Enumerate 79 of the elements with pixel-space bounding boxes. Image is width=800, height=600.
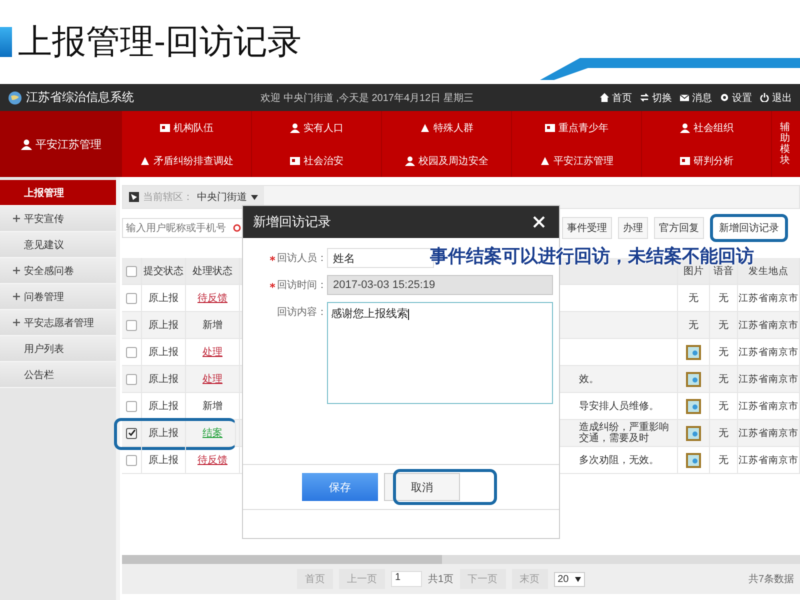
sidebar-item[interactable]: 平安宣传 bbox=[0, 206, 116, 232]
table-cell: 江苏省南京市 bbox=[738, 312, 800, 338]
table-cell: 江苏省南京市 bbox=[738, 339, 800, 365]
page-size-select[interactable]: 20 bbox=[554, 572, 585, 586]
status-label: 新增 bbox=[202, 400, 222, 413]
sidebar-item[interactable]: 上报管理 bbox=[0, 180, 116, 206]
table-cell-text: 无 bbox=[688, 319, 698, 332]
page-field[interactable]: 1 bbox=[391, 571, 422, 587]
table-cell: 江苏省南京市 bbox=[738, 285, 800, 311]
page-count: 共1页 bbox=[428, 572, 454, 586]
cancel-button[interactable]: 取消 bbox=[384, 473, 460, 501]
table-cell: 无 bbox=[710, 285, 738, 311]
field-label: 回访内容： bbox=[277, 306, 327, 319]
table-cell: 江苏省南京市 bbox=[738, 366, 800, 392]
record-count: 共7条数据 bbox=[748, 572, 794, 586]
top-link[interactable]: 首页 bbox=[600, 90, 632, 104]
table-cell: 无 bbox=[710, 447, 738, 473]
slide-title: 上报管理-回访记录 bbox=[18, 21, 302, 64]
sidebar-item[interactable]: 用户列表 bbox=[0, 336, 116, 362]
table-cell-text: 无 bbox=[688, 292, 698, 305]
nav-item[interactable]: 矛盾纠纷排查调处 bbox=[122, 144, 252, 177]
table-cell: 原上报 bbox=[142, 366, 186, 392]
app-name: 江苏省综治信息系统 bbox=[26, 89, 134, 106]
side-module-toggle[interactable]: 辅助模块 bbox=[780, 122, 792, 166]
area-selector[interactable]: 当前辖区： 中央门街道 bbox=[123, 186, 264, 208]
toolbar-button[interactable]: 事件受理 bbox=[562, 217, 612, 239]
table-cell: 原上报 bbox=[142, 393, 186, 419]
table-cell: 原上报 bbox=[142, 285, 186, 311]
status-link[interactable]: 待反馈 bbox=[198, 453, 228, 467]
sidebar-item[interactable]: 意见建议 bbox=[0, 232, 116, 258]
nav-item[interactable]: 社会治安 bbox=[252, 144, 382, 177]
sidebar-item[interactable]: 平安志愿者管理 bbox=[0, 310, 116, 336]
table-cell-text: 多次劝阻，无效。 bbox=[579, 454, 660, 466]
sidebar-item[interactable]: 问卷管理 bbox=[0, 284, 116, 310]
table-cell: 无 bbox=[710, 420, 738, 446]
table-cell-text: 导安排人员维修。 bbox=[579, 400, 660, 412]
toolbar-button[interactable]: 新增回访记录 bbox=[710, 214, 788, 242]
content-textarea[interactable]: 感谢您上报线索 bbox=[327, 302, 553, 404]
input-field[interactable]: 2017-03-03 15:25:19 bbox=[327, 275, 553, 295]
nav-item[interactable]: 研判分析 bbox=[642, 144, 772, 177]
dialog-title: 新增回访记录 bbox=[253, 213, 331, 231]
table-cell: 原上报 bbox=[142, 447, 186, 473]
status-label: 新增 bbox=[202, 318, 222, 332]
welcome-text: 欢迎 中央门街道 ,今天是 2017年4月12日 星期三 bbox=[260, 92, 474, 104]
sidebar-item[interactable]: 安全感问卷 bbox=[0, 258, 116, 284]
table-cell: 无 bbox=[710, 339, 738, 365]
column-header: 处理状态 bbox=[186, 258, 240, 284]
nav-item[interactable]: 校园及周边安全 bbox=[382, 144, 512, 177]
sidebar-item[interactable]: 公告栏 bbox=[0, 362, 116, 388]
top-link[interactable]: 切换 bbox=[640, 90, 672, 104]
nav-item[interactable]: 实有人口 bbox=[252, 111, 382, 144]
status-link[interactable]: 处理 bbox=[202, 345, 222, 359]
table-cell: 原上报 bbox=[142, 339, 186, 365]
nav-item[interactable]: 特殊人群 bbox=[382, 111, 512, 144]
table-cell: 无 bbox=[710, 393, 738, 419]
toolbar-button[interactable]: 官方回复 bbox=[654, 217, 704, 239]
table-cell: 无 bbox=[710, 366, 738, 392]
table-cell: 江苏省南京市 bbox=[738, 447, 800, 473]
table-cell: 原上报 bbox=[142, 312, 186, 338]
table-cell: 江苏省南京市 bbox=[738, 393, 800, 419]
field-label: 回访人员： bbox=[277, 252, 327, 265]
top-link[interactable]: 退出 bbox=[760, 90, 792, 104]
nav-item[interactable]: 重点青少年 bbox=[512, 111, 642, 144]
module-link[interactable]: 平安江苏管理 bbox=[0, 111, 122, 177]
status-link[interactable]: 处理 bbox=[202, 372, 222, 386]
nav-item[interactable]: 社会组织 bbox=[642, 111, 772, 144]
nav-item[interactable]: 机构队伍 bbox=[122, 111, 252, 144]
field-label: 回访时间： bbox=[277, 278, 327, 292]
top-link[interactable]: 消息 bbox=[680, 90, 712, 104]
top-link[interactable]: 设置 bbox=[720, 90, 752, 104]
table-cell: 无 bbox=[710, 312, 738, 338]
nav-item[interactable]: 平安江苏管理 bbox=[512, 144, 642, 177]
table-cell: 江苏省南京市 bbox=[738, 420, 800, 446]
column-header: 提交状态 bbox=[142, 258, 186, 284]
table-cell: 原上报 bbox=[142, 420, 186, 446]
table-cell-text: 造成纠纷，严重影响交通，需要及时 bbox=[579, 422, 670, 444]
table-cell-text: 效。 bbox=[579, 374, 600, 384]
toolbar-button[interactable]: 办理 bbox=[618, 217, 648, 239]
status-link[interactable]: 待反馈 bbox=[198, 291, 228, 305]
